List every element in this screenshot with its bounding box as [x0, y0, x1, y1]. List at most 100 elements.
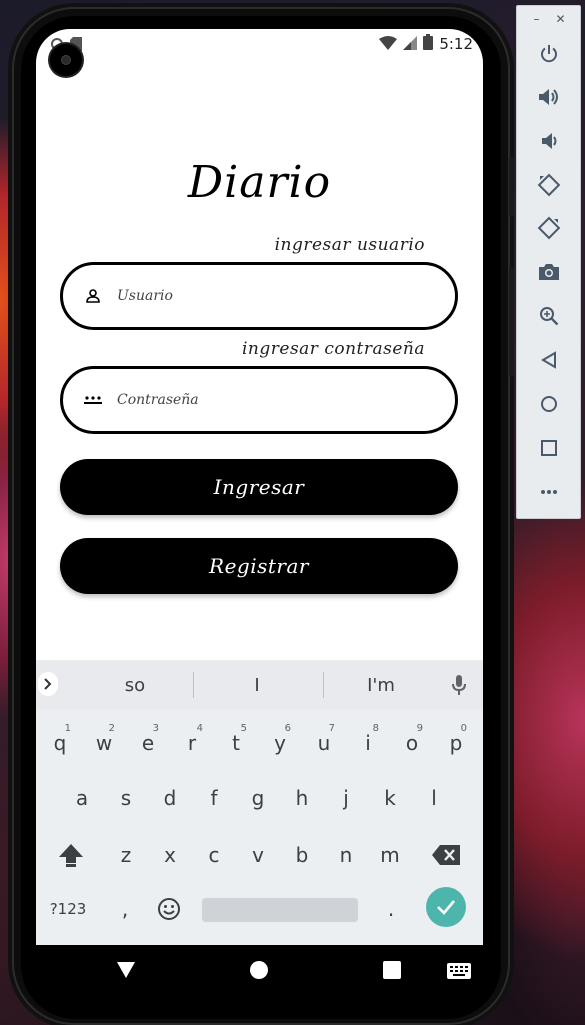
- front-camera: [50, 44, 82, 76]
- chevron-right-icon[interactable]: [38, 672, 58, 696]
- key-c[interactable]: c: [195, 830, 233, 880]
- status-time: 5:12: [439, 35, 473, 53]
- zoom-icon[interactable]: [533, 300, 565, 332]
- comma-key[interactable]: ,: [106, 884, 144, 934]
- app-title: Diario: [187, 157, 332, 208]
- soft-keyboard: so I I'm q1w2e3r4t5y6u7i8o9p0 asdfghjkl …: [36, 660, 483, 945]
- wifi-icon: [379, 35, 398, 54]
- minimize-icon[interactable]: –: [533, 12, 539, 26]
- key-number-hint: 8: [372, 723, 379, 734]
- key-label: i: [365, 731, 371, 755]
- key-number-hint: 5: [240, 723, 247, 734]
- enter-check-icon[interactable]: [426, 887, 466, 927]
- key-number-hint: 3: [152, 723, 159, 734]
- suggestion-bar: so I I'm: [36, 660, 483, 710]
- password-dots-icon: [81, 390, 105, 410]
- person-icon: [81, 286, 105, 306]
- key-q[interactable]: q1: [41, 718, 79, 768]
- key-v[interactable]: v: [239, 830, 277, 880]
- key-a[interactable]: a: [63, 773, 101, 823]
- emulator-window-controls: – ✕: [517, 12, 582, 26]
- status-bar: 5:12: [36, 29, 483, 59]
- period-key[interactable]: .: [372, 884, 410, 934]
- key-l[interactable]: l: [415, 773, 453, 823]
- key-label: p: [449, 731, 463, 755]
- key-m[interactable]: m: [371, 830, 409, 880]
- phone-screen: 5:12 Diario ingresar usuario ingresar co…: [36, 29, 483, 945]
- key-t[interactable]: t5: [217, 718, 255, 768]
- suggestion-2[interactable]: I: [202, 675, 312, 696]
- user-hint-label: ingresar usuario: [274, 235, 425, 255]
- suggestion-3[interactable]: I'm: [326, 675, 436, 696]
- symbols-key[interactable]: ?123: [49, 884, 87, 934]
- login-button[interactable]: Ingresar: [60, 459, 458, 515]
- key-label: e: [141, 731, 155, 755]
- volume-down-icon[interactable]: [533, 125, 565, 157]
- key-w[interactable]: w2: [85, 718, 123, 768]
- password-hint-label: ingresar contraseña: [241, 339, 425, 359]
- key-x[interactable]: x: [151, 830, 189, 880]
- username-input[interactable]: [117, 288, 417, 304]
- back-nav-icon[interactable]: [116, 961, 136, 983]
- key-z[interactable]: z: [107, 830, 145, 880]
- key-s[interactable]: s: [107, 773, 145, 823]
- back-icon[interactable]: [533, 344, 565, 376]
- signal-icon: [403, 35, 418, 54]
- key-f[interactable]: f: [195, 773, 233, 823]
- key-d[interactable]: d: [151, 773, 189, 823]
- close-icon[interactable]: ✕: [555, 12, 565, 26]
- key-number-hint: 7: [328, 723, 335, 734]
- key-h[interactable]: h: [283, 773, 321, 823]
- keyboard-switch-icon[interactable]: [447, 963, 471, 983]
- home-icon[interactable]: [533, 388, 565, 420]
- rotate-left-icon[interactable]: [533, 169, 565, 201]
- power-side-button[interactable]: [509, 157, 514, 217]
- power-icon[interactable]: [533, 38, 565, 70]
- key-p[interactable]: p0: [437, 718, 475, 768]
- key-n[interactable]: n: [327, 830, 365, 880]
- emulator-toolbar: – ✕: [516, 5, 581, 519]
- key-number-hint: 9: [416, 723, 423, 734]
- suggestion-divider: [323, 672, 324, 698]
- microphone-icon[interactable]: [451, 674, 467, 700]
- key-u[interactable]: u7: [305, 718, 343, 768]
- key-o[interactable]: o9: [393, 718, 431, 768]
- battery-icon: [423, 34, 434, 54]
- username-field[interactable]: [60, 262, 458, 330]
- overview-icon[interactable]: [533, 432, 565, 464]
- key-e[interactable]: e3: [129, 718, 167, 768]
- key-b[interactable]: b: [283, 830, 321, 880]
- space-bar[interactable]: [202, 898, 358, 922]
- register-button[interactable]: Registrar: [60, 538, 458, 594]
- rotate-right-icon[interactable]: [533, 212, 565, 244]
- key-g[interactable]: g: [239, 773, 277, 823]
- key-label: q: [53, 731, 67, 755]
- key-y[interactable]: y6: [261, 718, 299, 768]
- key-label: u: [317, 731, 331, 755]
- key-label: r: [187, 731, 197, 755]
- backspace-icon[interactable]: [427, 830, 465, 880]
- shift-icon[interactable]: [52, 830, 90, 880]
- password-field[interactable]: [60, 366, 458, 434]
- home-nav-icon[interactable]: [249, 960, 269, 984]
- key-j[interactable]: j: [327, 773, 365, 823]
- volume-up-icon[interactable]: [533, 81, 565, 113]
- key-number-hint: 6: [284, 723, 291, 734]
- suggestion-1[interactable]: so: [80, 675, 190, 696]
- key-k[interactable]: k: [371, 773, 409, 823]
- suggestion-divider: [193, 672, 194, 698]
- volume-side-button[interactable]: [509, 267, 514, 377]
- key-number-hint: 2: [108, 723, 115, 734]
- key-label: w: [95, 731, 113, 755]
- key-r[interactable]: r4: [173, 718, 211, 768]
- key-i[interactable]: i8: [349, 718, 387, 768]
- key-number-hint: 4: [196, 723, 203, 734]
- navigation-bar: [36, 945, 483, 1000]
- more-icon[interactable]: [533, 476, 565, 508]
- password-input[interactable]: [117, 392, 417, 408]
- camera-icon[interactable]: [533, 256, 565, 288]
- key-number-hint: 1: [64, 723, 71, 734]
- emoji-icon[interactable]: [150, 884, 188, 934]
- recents-nav-icon[interactable]: [383, 961, 401, 983]
- key-label: t: [232, 731, 240, 755]
